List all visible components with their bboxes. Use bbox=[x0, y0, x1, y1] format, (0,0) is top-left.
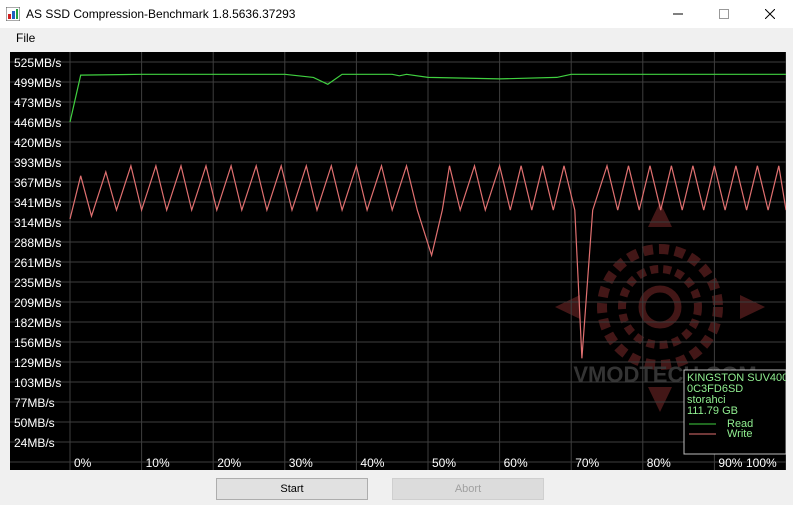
x-tick-label: 10% bbox=[146, 456, 170, 470]
y-tick-label: 129MB/s bbox=[14, 356, 61, 370]
legend-write-label: Write bbox=[727, 428, 752, 440]
app-icon bbox=[6, 7, 20, 21]
x-tick-label: 60% bbox=[504, 456, 528, 470]
y-tick-label: 420MB/s bbox=[14, 136, 61, 150]
minimize-icon bbox=[673, 13, 683, 15]
y-tick-label: 341MB/s bbox=[14, 196, 61, 210]
y-tick-label: 314MB/s bbox=[14, 216, 61, 230]
window-title: AS SSD Compression-Benchmark 1.8.5636.37… bbox=[26, 7, 296, 21]
y-tick-label: 235MB/s bbox=[14, 276, 61, 290]
x-tick-label: 30% bbox=[289, 456, 313, 470]
chart-grid bbox=[10, 52, 786, 470]
title-bar: AS SSD Compression-Benchmark 1.8.5636.37… bbox=[0, 0, 793, 28]
y-tick-label: 24MB/s bbox=[14, 436, 55, 450]
x-tick-label: 50% bbox=[432, 456, 456, 470]
x-tick-label: 40% bbox=[360, 456, 384, 470]
minimize-button[interactable] bbox=[655, 0, 701, 28]
y-tick-label: 473MB/s bbox=[14, 96, 61, 110]
x-tick-label: 20% bbox=[217, 456, 241, 470]
y-axis-labels: 525MB/s 499MB/s 473MB/s 446MB/s 420MB/s 393MB… bbox=[14, 56, 61, 450]
y-tick-label: 156MB/s bbox=[14, 336, 61, 350]
maximize-icon bbox=[719, 9, 729, 19]
menu-file[interactable]: File bbox=[16, 31, 35, 45]
device-capacity: 111.79 GB bbox=[687, 405, 738, 417]
menu-bar: File bbox=[0, 28, 793, 50]
x-axis-labels: 0% 10% 20% 30% 40% 50% 60% 70% 80% 90% 100% bbox=[74, 456, 777, 470]
benchmark-chart: VMODTECH.COM 525MB/s 499MB/s 473MB/s 446MB/… bbox=[10, 52, 786, 470]
y-tick-label: 103MB/s bbox=[14, 376, 61, 390]
y-tick-label: 525MB/s bbox=[14, 56, 61, 70]
abort-button[interactable]: Abort bbox=[392, 478, 544, 500]
y-tick-label: 261MB/s bbox=[14, 256, 61, 270]
chart-svg: VMODTECH.COM 525MB/s499MB/s473MB/s446MB/… bbox=[10, 52, 786, 470]
x-tick-label: 0% bbox=[74, 456, 92, 470]
x-tick-label: 80% bbox=[647, 456, 671, 470]
y-tick-label: 288MB/s bbox=[14, 236, 61, 250]
y-tick-label: 367MB/s bbox=[14, 176, 61, 190]
maximize-button[interactable] bbox=[701, 0, 747, 28]
y-tick-label: 77MB/s bbox=[14, 396, 55, 410]
x-tick-label: 70% bbox=[575, 456, 599, 470]
close-button[interactable] bbox=[747, 0, 793, 28]
x-tick-label: 90% bbox=[718, 456, 742, 470]
close-icon bbox=[765, 9, 775, 19]
y-tick-label: 393MB/s bbox=[14, 156, 61, 170]
start-button[interactable]: Start bbox=[216, 478, 368, 500]
device-info-box: KINGSTON SUV400 0C3FD6SD storahci 111.79… bbox=[683, 369, 786, 455]
y-tick-label: 209MB/s bbox=[14, 296, 61, 310]
y-tick-label: 182MB/s bbox=[14, 316, 61, 330]
y-tick-label: 499MB/s bbox=[14, 76, 61, 90]
y-tick-label: 446MB/s bbox=[14, 116, 61, 130]
x-tick-label: 100% bbox=[746, 456, 777, 470]
y-tick-label: 50MB/s bbox=[14, 416, 55, 430]
